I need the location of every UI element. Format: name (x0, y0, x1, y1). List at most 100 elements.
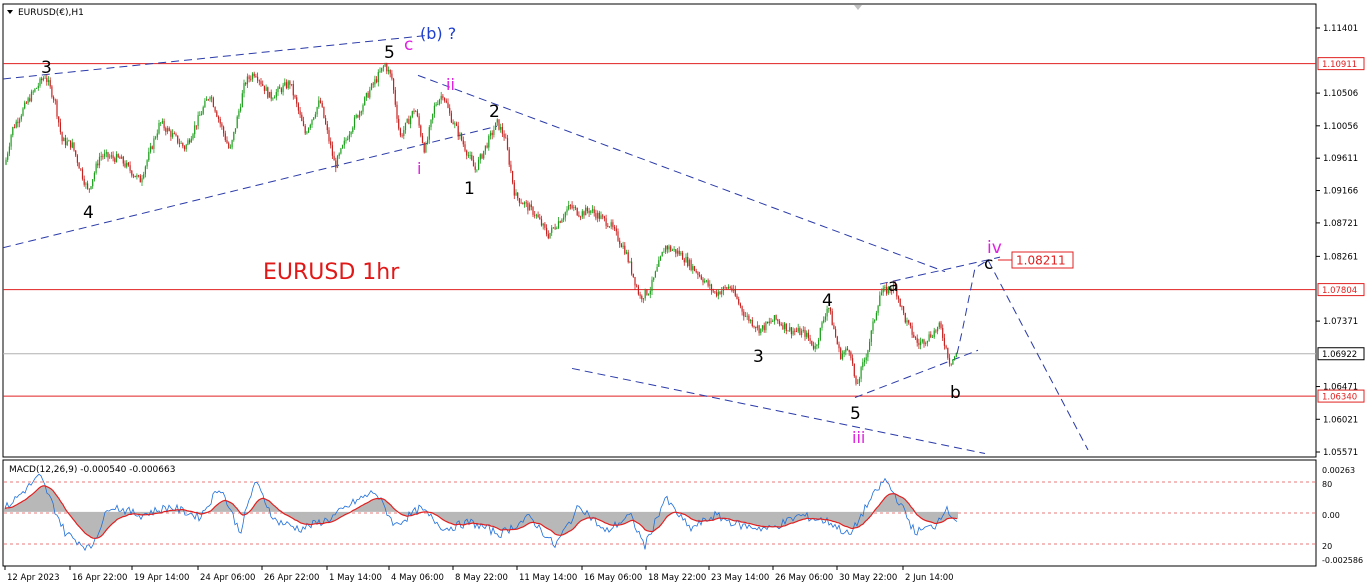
candle-body (921, 339, 923, 342)
candle-body (539, 217, 541, 220)
candle-body (195, 125, 197, 127)
candle-body (816, 344, 818, 346)
wave-label: 5 (850, 404, 861, 424)
candle-body (765, 321, 767, 331)
candle-body (716, 292, 718, 296)
candle-body (408, 119, 410, 125)
candle-body (671, 249, 673, 251)
candle-body (835, 329, 837, 337)
candle-body (183, 146, 186, 150)
candle-body (595, 213, 597, 219)
wave-label: 2 (489, 102, 500, 122)
candle-body (427, 139, 429, 144)
candle-body (209, 97, 211, 100)
candle-body (112, 155, 114, 159)
candle-body (546, 227, 548, 235)
candle-body (206, 99, 208, 101)
candle-body (804, 329, 806, 337)
candle-body (246, 76, 248, 85)
candle-body (785, 323, 787, 332)
candle-body (141, 178, 143, 183)
candle-body (722, 286, 724, 291)
candle-body (331, 145, 333, 156)
candle-body (833, 325, 835, 330)
chart-menu-icon[interactable] (7, 10, 13, 14)
candle-body (688, 260, 690, 267)
candle-body (207, 99, 209, 101)
candle-body (291, 84, 293, 85)
candle-body (78, 162, 80, 169)
candle-body (418, 116, 420, 126)
candle-body (343, 140, 345, 146)
price-tick-label: 1.09611 (1323, 154, 1358, 164)
macd-title: MACD(12,26,9) -0.000540 -0.000663 (9, 465, 175, 475)
candle-body (197, 115, 199, 127)
candle-body (71, 142, 73, 148)
candle-body (46, 77, 48, 82)
candle-body (362, 105, 364, 112)
candle-body (433, 105, 435, 114)
candle-body (454, 123, 456, 125)
candle-body (212, 98, 214, 108)
trendline (2, 125, 498, 249)
candle-body (194, 125, 196, 135)
candle-body (756, 325, 758, 329)
candle-body (904, 313, 906, 323)
candle-body (365, 92, 367, 98)
candle-body (124, 163, 126, 167)
candle-body (425, 143, 427, 153)
candle-body (926, 340, 928, 343)
candle-body (731, 287, 733, 291)
candle-body (95, 163, 97, 173)
candle-body (940, 322, 942, 328)
candle-body (928, 334, 930, 341)
candle-body (155, 137, 157, 139)
candle-body (620, 244, 622, 248)
candle-body (420, 125, 422, 136)
candle-body (323, 106, 325, 118)
candle-body (177, 135, 179, 143)
candle-body (379, 71, 381, 73)
candle-body (648, 293, 650, 295)
scroll-marker-icon[interactable] (854, 5, 862, 10)
candle-body (484, 145, 486, 151)
candle-body (855, 376, 857, 384)
candle-body (423, 142, 425, 153)
candle-body (607, 225, 609, 227)
candle-body (29, 98, 31, 102)
candle-body (15, 121, 17, 128)
candle-body (132, 175, 135, 177)
candle-body (612, 222, 614, 228)
candle-body (316, 107, 318, 115)
candle-body (583, 211, 585, 216)
candle-body (30, 91, 33, 102)
candle-body (753, 326, 755, 328)
target-tag-label: 1.08211 (1016, 254, 1066, 268)
candle-body (527, 202, 529, 211)
candle-body (432, 113, 434, 120)
candle-body (243, 83, 245, 94)
candle-body (845, 348, 847, 352)
candle-body (272, 98, 274, 100)
eurusd-chart[interactable]: 1.08211 345 c(b) ?iii21345iiiabivc 1.1140… (0, 0, 1366, 588)
candle-body (292, 84, 294, 96)
time-tick-label: 4 May 06:00 (391, 573, 444, 583)
candle-body (802, 329, 804, 331)
candle-body (836, 336, 838, 345)
candle-body (561, 219, 563, 223)
candle-body (153, 138, 155, 149)
chart-title: EURUSD(€),H1 (18, 8, 84, 18)
candle-body (556, 227, 558, 229)
candle-body (204, 100, 206, 108)
candle-body (44, 77, 46, 79)
candle-body (563, 217, 565, 220)
candle-body (838, 344, 840, 349)
candle-body (404, 122, 407, 131)
candle-body (104, 153, 106, 157)
candle-body (656, 266, 658, 272)
candle-body (948, 357, 951, 364)
macd-tick-label: 20 (1322, 542, 1332, 551)
candle-body (56, 100, 58, 117)
candle-body (699, 275, 701, 276)
candle-body (670, 246, 672, 251)
